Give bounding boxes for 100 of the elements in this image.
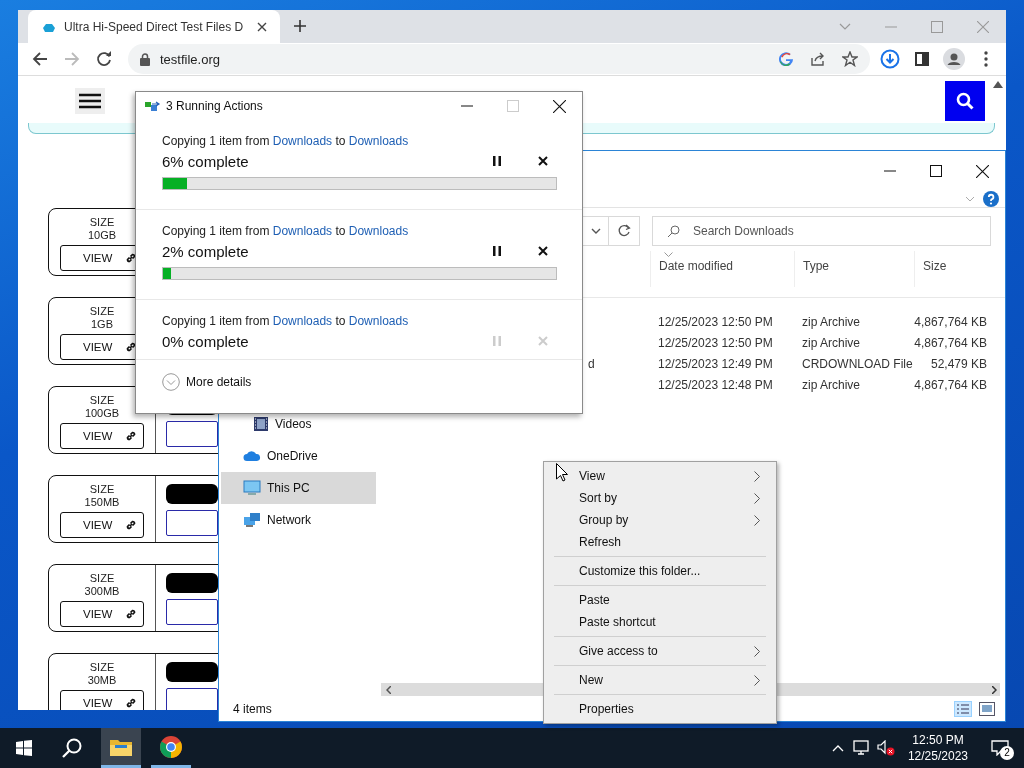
menu-item[interactable]: New	[546, 669, 774, 691]
network-icon[interactable]	[852, 740, 871, 756]
network-computers-icon	[243, 512, 261, 528]
close-icon[interactable]	[975, 164, 989, 178]
menu-item[interactable]: Paste	[546, 589, 774, 611]
nav-item[interactable]: OneDrive	[219, 440, 376, 472]
view-button[interactable]: VIEW	[60, 690, 144, 710]
menu-item[interactable]: Refresh	[546, 531, 774, 553]
link-icon	[125, 430, 137, 442]
scroll-left-icon	[386, 685, 391, 694]
column-header[interactable]: Size	[914, 251, 996, 287]
menu-item[interactable]: Properties	[546, 698, 774, 720]
view-button[interactable]: VIEW	[60, 601, 144, 627]
help-icon[interactable]	[983, 191, 999, 207]
download-button[interactable]	[166, 484, 218, 504]
notification-count-badge: 2	[1000, 746, 1014, 760]
size-cell: 4,867,764 KB	[914, 314, 987, 329]
file-name: d	[588, 356, 595, 371]
column-header[interactable]: Type	[794, 251, 914, 287]
source-folder-link[interactable]: Downloads	[272, 224, 333, 238]
destination-folder-link[interactable]: Downloads	[348, 314, 409, 328]
share-icon[interactable]	[810, 52, 826, 66]
search-icon[interactable]	[62, 738, 82, 758]
size-value: 1GB	[91, 318, 113, 331]
address-bar[interactable]: testfile.org	[128, 44, 870, 74]
nav-item[interactable]: Network	[219, 504, 376, 536]
size-value: 100GB	[84, 407, 120, 420]
menu-item[interactable]: Sort by	[546, 487, 774, 509]
url-text: testfile.org	[160, 51, 220, 67]
view-button[interactable]: VIEW	[60, 512, 144, 538]
close-tab-icon[interactable]	[257, 21, 267, 32]
nav-item[interactable]: This PC	[221, 472, 376, 504]
more-details-button[interactable]: More details	[162, 373, 252, 391]
type-cell: zip Archive	[802, 314, 861, 329]
back-icon[interactable]	[32, 51, 48, 67]
menu-item[interactable]: Paste shortcut	[546, 611, 774, 633]
view-button[interactable]: VIEW	[60, 423, 144, 449]
size-cell: 4,867,764 KB	[914, 377, 987, 392]
source-folder-link[interactable]: Downloads	[272, 314, 333, 328]
start-windows-icon[interactable]	[16, 740, 32, 756]
source-folder-link[interactable]: Downloads	[272, 134, 333, 148]
maximize-icon[interactable]	[930, 165, 942, 177]
large-icons-view-icon[interactable]	[979, 701, 995, 716]
menu-item[interactable]: View	[546, 465, 774, 487]
link-field[interactable]	[166, 421, 218, 447]
menu-kebab-icon[interactable]	[984, 51, 988, 67]
size-label: SIZE	[89, 216, 115, 229]
menu-item[interactable]: Customize this folder...	[546, 560, 774, 582]
menu-item[interactable]: Group by	[546, 509, 774, 531]
browser-tab[interactable]: Ultra Hi-Speed Direct Test Files D	[28, 10, 280, 43]
details-view-icon[interactable]	[954, 700, 972, 717]
chevron-up-icon[interactable]	[831, 744, 844, 752]
search-button[interactable]	[945, 81, 985, 121]
download-button[interactable]	[166, 573, 218, 593]
bookmark-star-icon[interactable]	[842, 51, 858, 67]
search-icon	[956, 92, 974, 110]
cancel-icon[interactable]	[538, 246, 548, 256]
action-center-icon	[991, 740, 1009, 756]
scroll-up-arrow-icon[interactable]	[993, 81, 1003, 88]
folder-app-button[interactable]	[101, 728, 141, 768]
cancel-icon[interactable]	[538, 156, 548, 166]
size-label: SIZE	[89, 305, 115, 318]
type-cell: zip Archive	[802, 377, 861, 392]
search-field[interactable]: Search Downloads	[652, 216, 991, 246]
new-tab-icon[interactable]	[293, 19, 307, 33]
dropdown-chevron-icon[interactable]	[590, 228, 601, 234]
close-icon[interactable]	[552, 99, 566, 113]
browser-logo-icon	[160, 735, 182, 758]
pause-icon[interactable]	[493, 246, 501, 256]
download-icon[interactable]	[880, 49, 900, 69]
link-field[interactable]	[166, 510, 218, 536]
size-cell: 4,867,764 KB	[914, 335, 987, 350]
date-cell: 12/25/2023 12:48 PM	[658, 377, 773, 392]
profile-avatar-icon[interactable]	[943, 48, 965, 70]
sort-chevron-icon	[664, 252, 673, 257]
side-panel-icon[interactable]	[915, 52, 929, 66]
item-count: 4 items	[233, 701, 272, 716]
menu-item[interactable]: Give access to	[546, 640, 774, 662]
menu-button[interactable]	[75, 88, 105, 114]
notifications-button[interactable]: 2	[976, 728, 1024, 768]
destination-folder-link[interactable]: Downloads	[348, 224, 409, 238]
size-value: 300MB	[84, 585, 120, 598]
link-icon	[125, 252, 137, 264]
link-icon	[125, 608, 137, 620]
download-button[interactable]	[166, 662, 218, 682]
operation-description: Copying 1 item from Downloads to Downloads	[162, 224, 410, 238]
size-value: 10GB	[87, 229, 117, 242]
search-icon	[667, 225, 680, 238]
lock-icon	[140, 52, 150, 66]
link-field[interactable]	[166, 599, 218, 625]
clock[interactable]: 12:50 PM 12/25/2023	[897, 728, 976, 768]
refresh-icon	[617, 224, 631, 238]
destination-folder-link[interactable]: Downloads	[348, 134, 409, 148]
pause-icon[interactable]	[493, 156, 501, 166]
column-header[interactable]: Date modified	[650, 251, 794, 287]
volume-muted-icon[interactable]	[876, 740, 895, 756]
cloud-icon	[243, 450, 261, 462]
google-g-icon[interactable]	[779, 52, 793, 66]
reload-icon[interactable]	[96, 51, 112, 67]
expand-chevron-icon	[162, 373, 180, 391]
